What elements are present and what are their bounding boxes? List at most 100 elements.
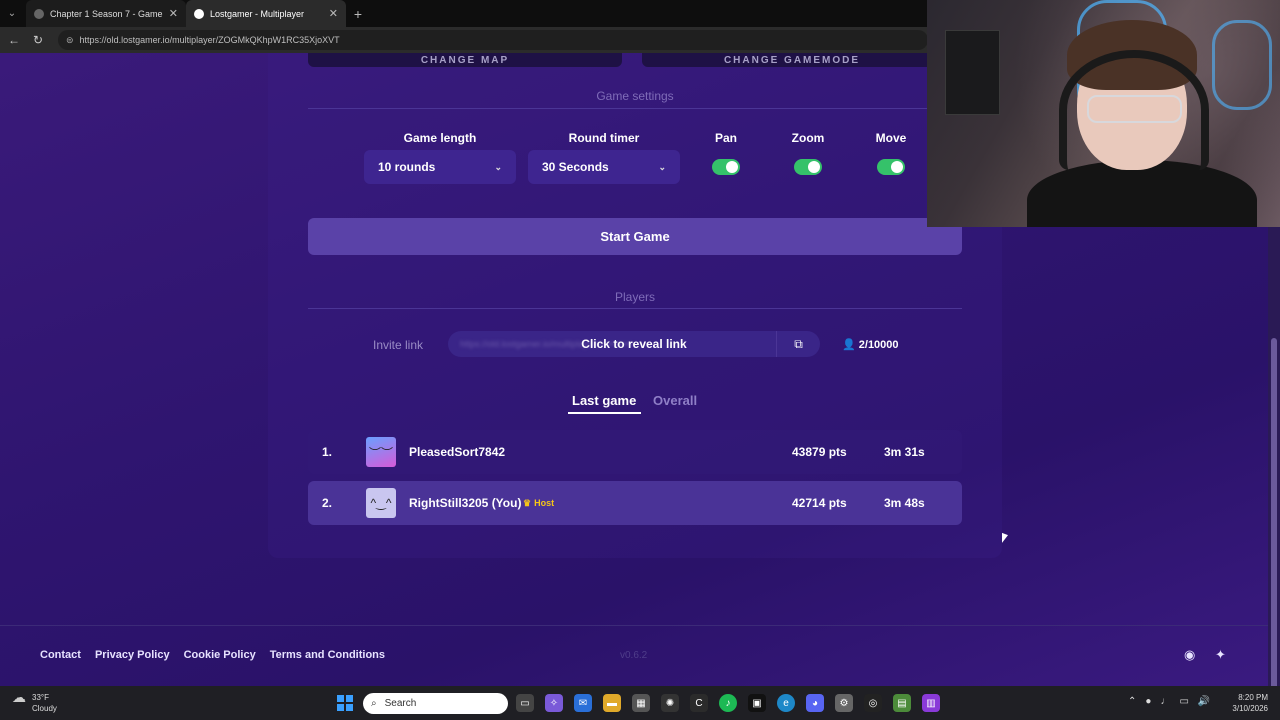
outlook-icon[interactable]: ✉ (574, 694, 592, 712)
back-arrow-icon[interactable]: ← (6, 33, 22, 47)
capcut-icon[interactable]: ▣ (748, 694, 766, 712)
round-timer-value: 30 Seconds (542, 160, 609, 174)
game-length-value: 10 rounds (378, 160, 436, 174)
person-icon: 👤 (842, 339, 856, 351)
weather-desc: Cloudy (32, 704, 57, 713)
divider (308, 308, 962, 309)
browser-c-icon[interactable]: C (690, 694, 708, 712)
new-tab-plus-icon[interactable]: + (346, 6, 370, 22)
glasses (1087, 95, 1182, 123)
twitter-icon[interactable]: ✦ (1215, 647, 1226, 663)
players-title: Players (614, 290, 655, 304)
zoom-toggle[interactable] (794, 159, 822, 175)
copy-icon[interactable]: ⧉ (776, 331, 820, 357)
chatgpt-icon[interactable]: ✺ (661, 694, 679, 712)
rank: 1. (322, 445, 333, 459)
leaderboard-row: 1. ︶︶ PleasedSort7842 43879 pts 3m 31s (308, 430, 962, 474)
footer-links: Contact Privacy Policy Cookie Policy Ter… (40, 649, 385, 661)
windows-start-icon[interactable] (337, 695, 353, 711)
edge-icon[interactable]: e (777, 694, 795, 712)
display-icon[interactable]: ▭ (1179, 696, 1188, 707)
tab-title: Chapter 1 Season 7 - Game - Gue (50, 8, 163, 19)
mouse-cursor-icon (1002, 532, 1008, 546)
weather-widget[interactable]: ☁ 33°F Cloudy (12, 689, 57, 714)
invite-link-label: Invite link (373, 338, 424, 352)
chevron-down-icon: ⌄ (658, 161, 666, 172)
game-length-select[interactable]: 10 rounds ⌄ (364, 150, 516, 184)
crown-icon: ♛ (523, 497, 532, 508)
player-name: RightStill3205 (You) (409, 496, 522, 510)
toggle-knob (891, 161, 903, 173)
url-field[interactable]: ⊜ https://old.lostgamer.io/multiplayer/Z… (58, 30, 928, 50)
scrollbar-thumb[interactable] (1271, 338, 1277, 720)
reveal-link-text[interactable]: Click to reveal link (448, 337, 820, 351)
tab-last-game[interactable]: Last game (572, 393, 636, 408)
divider (308, 108, 962, 109)
round-timer-select[interactable]: 30 Seconds ⌄ (528, 150, 680, 184)
twitch-icon[interactable]: ▥ (922, 694, 940, 712)
round-timer-label: Round timer (568, 131, 640, 145)
file-explorer-icon[interactable]: ▬ (603, 694, 621, 712)
settings-gear-icon[interactable]: ⚙ (835, 694, 853, 712)
avatar: ^‿^ (366, 488, 396, 518)
footer-link-contact[interactable]: Contact (40, 649, 81, 661)
clock-date: 3/10/2026 (1232, 704, 1268, 713)
version-text: v0.6.2 (620, 650, 648, 661)
close-tab-icon[interactable]: ✕ (329, 7, 338, 20)
rank: 2. (322, 496, 333, 510)
zoom-label: Zoom (791, 131, 825, 145)
player-points: 43879 pts (792, 445, 847, 459)
active-tab-underline (568, 412, 641, 414)
footer-link-privacy[interactable]: Privacy Policy (95, 649, 170, 661)
host-label: Host (534, 498, 555, 508)
player-points: 42714 pts (792, 496, 847, 510)
player-time: 3m 48s (884, 496, 925, 510)
change-gamemode-button[interactable]: CHANGE GAMEMODE (642, 53, 942, 67)
host-badge: ♛ Host (523, 498, 554, 509)
browser-tab-1[interactable]: Chapter 1 Season 7 - Game - Gue ✕ (26, 0, 186, 27)
player-name: PleasedSort7842 (409, 445, 506, 459)
close-tab-icon[interactable]: ✕ (169, 7, 178, 20)
player-time: 3m 31s (884, 445, 925, 459)
toggle-knob (726, 161, 738, 173)
invite-link-field[interactable]: https://old.lostgamer.io/multiplayer/•••… (448, 331, 820, 357)
refresh-icon[interactable]: ↻ (30, 33, 46, 47)
game-length-label: Game length (403, 131, 477, 145)
player-count-text: 2/10000 (858, 339, 899, 351)
clock[interactable]: 8:20 PM 3/10/2026 (1226, 692, 1268, 714)
move-label: Move (875, 131, 907, 145)
chevron-up-icon[interactable]: ⌃ (1128, 696, 1136, 707)
site-info-icon[interactable]: ⊜ (66, 35, 74, 46)
pan-toggle[interactable] (712, 159, 740, 175)
wall-poster (945, 30, 1000, 115)
chevron-down-icon: ⌄ (494, 161, 502, 172)
search-placeholder: Search (384, 698, 417, 709)
taskbar-search[interactable]: ⌕ Search (363, 693, 508, 714)
copilot-icon[interactable]: ✧ (545, 694, 563, 712)
browser-tab-2[interactable]: Lostgamer - Multiplayer ✕ (186, 0, 346, 27)
obs-icon[interactable]: ◎ (864, 694, 882, 712)
minecraft-icon[interactable]: ▤ (893, 694, 911, 712)
spotify-icon[interactable]: ♪ (719, 694, 737, 712)
store-icon[interactable]: ▦ (632, 694, 650, 712)
cloud-icon: ☁ (12, 689, 26, 705)
tab-list-chevron-icon[interactable]: ⌄ (0, 0, 24, 27)
weather-temp: 33°F (32, 693, 49, 702)
url-text: https://old.lostgamer.io/multiplayer/ZOG… (79, 35, 340, 45)
change-map-button[interactable]: CHANGE MAP (308, 53, 622, 67)
tab-overall[interactable]: Overall (653, 393, 697, 408)
move-toggle[interactable] (877, 159, 905, 175)
start-game-button[interactable]: Start Game (308, 218, 962, 255)
discord-icon[interactable]: ◉ (1184, 647, 1195, 663)
task-view-icon[interactable]: ▭ (516, 694, 534, 712)
footer-link-terms[interactable]: Terms and Conditions (270, 649, 385, 661)
tab-favicon-icon (34, 8, 44, 19)
volume-icon[interactable]: 🔊 (1198, 696, 1210, 707)
system-tray: ⌃ ● ♩ ▭ 🔊 (1128, 696, 1210, 707)
discord-taskbar-icon[interactable]: ◕ (806, 694, 824, 712)
app-tray-icon[interactable]: ● (1145, 696, 1151, 707)
tab-title: Lostgamer - Multiplayer (210, 8, 305, 19)
microphone-icon[interactable]: ♩ (1160, 696, 1170, 707)
footer-link-cookie[interactable]: Cookie Policy (184, 649, 256, 661)
avatar: ︶︶ (366, 437, 396, 467)
